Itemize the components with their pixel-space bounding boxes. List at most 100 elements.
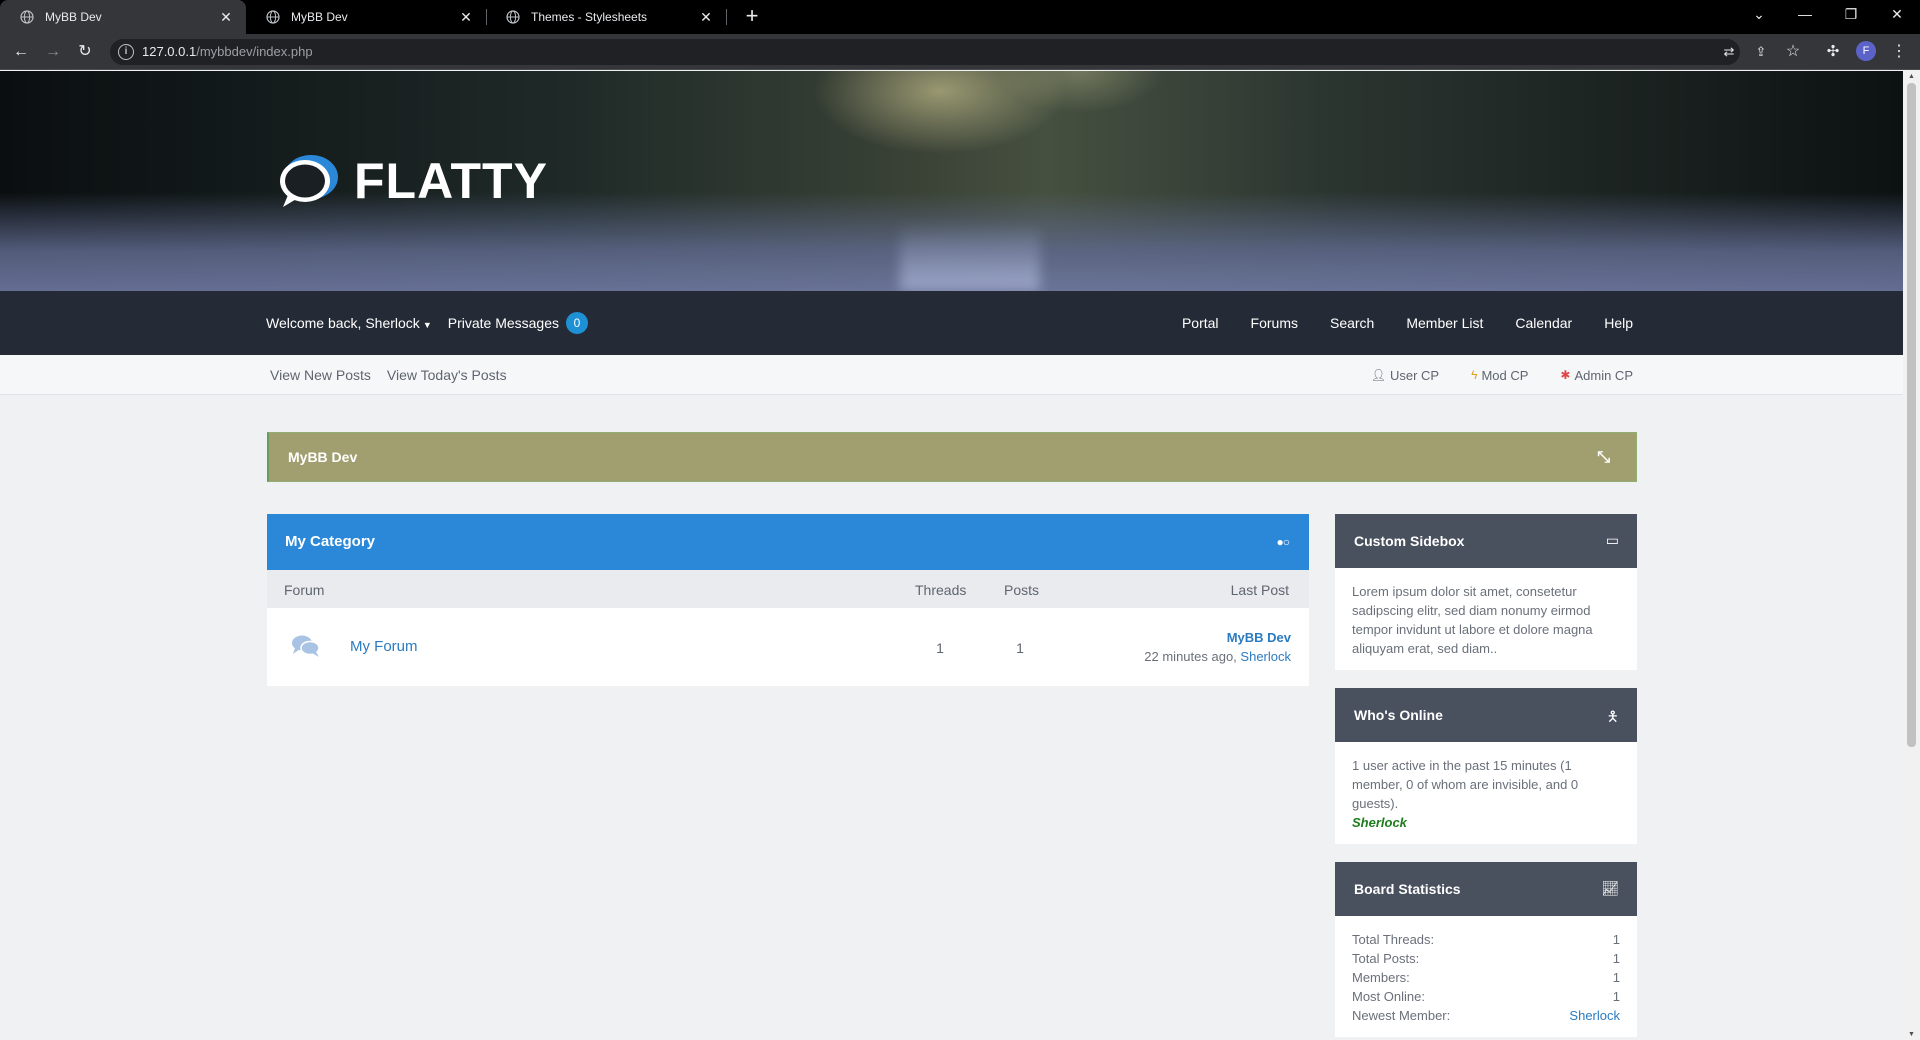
board-statistics-header: Board Statistics 📈︎ (1335, 862, 1637, 916)
nav-forums[interactable]: Forums (1251, 315, 1298, 331)
menu-icon[interactable]: ⋮ (1888, 41, 1910, 63)
board-statistics-box: Board Statistics 📈︎ Total Threads: 1 Tota… (1335, 862, 1637, 1037)
address-bar[interactable]: i 127.0.0.1/mybbdev/index.php (110, 39, 1740, 65)
category-header: My Category ●○ (267, 514, 1309, 570)
scrollbar-thumb[interactable] (1907, 83, 1916, 747)
browser-tab[interactable]: Themes - Stylesheets ✕ (486, 0, 726, 34)
bolt-icon: ϟ (1471, 368, 1478, 382)
user-icon: 👤︎ (1370, 368, 1386, 382)
scroll-down-icon[interactable]: ▼ (1907, 1031, 1916, 1038)
scroll-up-icon[interactable]: ▲ (1907, 73, 1916, 80)
browser-tab-bar: MyBB Dev ✕ MyBB Dev ✕ Themes - Styleshee… (0, 0, 1920, 34)
close-tab-icon[interactable]: ✕ (218, 9, 234, 26)
stat-value: 1 (1612, 932, 1620, 947)
tab-divider (726, 9, 727, 25)
tab-title: MyBB Dev (45, 10, 102, 24)
url-text: 127.0.0.1/mybbdev/index.php (142, 44, 313, 59)
stat-label: Total Threads: (1352, 932, 1435, 947)
minimize-icon[interactable]: — (1782, 0, 1828, 30)
user-cp-link[interactable]: 👤︎ User CP (1371, 368, 1439, 383)
sidebox-body: Lorem ipsum dolor sit amet, consetetur s… (1335, 568, 1637, 670)
bookmark-star-icon[interactable]: ☆ (1782, 41, 1804, 63)
url-host: 127.0.0.1 (142, 44, 197, 59)
last-post-link[interactable]: MyBB Dev (1227, 630, 1291, 645)
toggle-icon[interactable]: ●○ (1277, 535, 1290, 549)
back-icon[interactable]: ← (10, 41, 32, 63)
newest-member-link[interactable]: Sherlock (1569, 1006, 1620, 1025)
main-navbar: Welcome back, Sherlock ▼ Private Messages… (0, 291, 1903, 355)
stat-row: Most Online: 1 (1352, 987, 1620, 1006)
private-messages-label: Private Messages (447, 315, 560, 331)
site-logo[interactable]: FLATTY (278, 151, 548, 211)
browser-toolbar: ← → ↻ i 127.0.0.1/mybbdev/index.php ⇄ ⇪ … (0, 34, 1920, 70)
welcome-dropdown[interactable]: Welcome back, Sherlock ▼ (266, 315, 432, 331)
stat-row: Members: 1 (1352, 968, 1620, 987)
profile-avatar[interactable]: F (1856, 41, 1876, 61)
nav-search[interactable]: Search (1330, 315, 1374, 331)
last-post-user-link[interactable]: Sherlock (1240, 649, 1291, 664)
category-column-headers: Forum Threads Posts Last Post (267, 570, 1309, 608)
forum-row: My Forum 1 1 MyBB Dev 22 minutes ago, Sh… (267, 608, 1309, 686)
whos-online-box: Who's Online 🯅︎ 1 user active in the pas… (1335, 688, 1637, 844)
user-cp-label: User CP (1389, 367, 1440, 383)
forum-category: My Category ●○ Forum Threads Posts Last … (267, 514, 1309, 686)
page-viewport: FLATTY Welcome back, Sherlock ▼ Private M… (0, 71, 1903, 1040)
view-todays-posts-link[interactable]: View Today's Posts (387, 367, 507, 383)
browser-tab-active[interactable]: MyBB Dev ✕ (0, 0, 246, 34)
nav-member-list[interactable]: Member List (1406, 315, 1483, 331)
browser-tab[interactable]: MyBB Dev ✕ (246, 0, 486, 34)
last-post-meta: 22 minutes ago, Sherlock (1144, 649, 1291, 664)
stat-label: Newest Member: (1352, 1008, 1451, 1023)
nav-portal[interactable]: Portal (1182, 315, 1219, 331)
sidebox-title: Custom Sidebox (1354, 533, 1465, 549)
admin-cp-link[interactable]: ✱ Admin CP (1560, 368, 1633, 383)
forward-icon[interactable]: → (42, 41, 64, 63)
stat-row: Total Posts: 1 (1352, 949, 1620, 968)
nav-help[interactable]: Help (1604, 315, 1633, 331)
private-messages-link[interactable]: Private Messages 0 (447, 312, 589, 334)
view-new-posts-link[interactable]: View New Posts (270, 367, 371, 383)
tab-title: Themes - Stylesheets (531, 10, 648, 24)
extensions-icon[interactable]: ✣ (1822, 41, 1844, 63)
close-tab-icon[interactable]: ✕ (698, 9, 714, 26)
whos-online-title[interactable]: Who's Online (1354, 707, 1443, 723)
restore-icon[interactable]: ❐ (1828, 0, 1874, 30)
close-window-icon[interactable]: ✕ (1874, 0, 1920, 30)
stat-value: 1 (1612, 951, 1620, 966)
stat-label: Total Posts: (1352, 951, 1420, 966)
mod-cp-link[interactable]: ϟ Mod CP (1471, 368, 1528, 383)
translate-icon[interactable]: ⇄ (1718, 41, 1740, 63)
page-scrollbar[interactable]: ▲ ▼ (1903, 71, 1920, 1040)
category-title[interactable]: My Category (285, 533, 375, 550)
sidebox-header: Custom Sidebox ▭ (1335, 514, 1637, 568)
forum-posts-count: 1 (1016, 640, 1024, 656)
custom-sidebox: Custom Sidebox ▭ Lorem ipsum dolor sit a… (1335, 514, 1637, 670)
banner-road-glow (900, 221, 1040, 291)
new-tab-icon[interactable]: + (740, 5, 764, 29)
stat-label: Most Online: (1352, 989, 1425, 1004)
stat-value: 1 (1612, 970, 1620, 985)
header-banner: FLATTY (0, 71, 1903, 291)
collapse-arrows-icon[interactable]: ⤡ (1597, 449, 1610, 467)
online-member-link[interactable]: Sherlock (1352, 813, 1620, 832)
globe-icon (20, 10, 34, 24)
last-post-time: 22 minutes ago, (1144, 649, 1237, 664)
forum-name-link[interactable]: My Forum (350, 638, 418, 655)
close-tab-icon[interactable]: ✕ (458, 9, 474, 26)
user-tie-icon: 🯅︎ (1606, 708, 1619, 724)
whos-online-header: Who's Online 🯅︎ (1335, 688, 1637, 742)
whos-online-text: 1 user active in the past 15 minutes (1 … (1352, 758, 1579, 811)
welcome-text: Welcome back, Sherlock (266, 315, 420, 331)
nav-calendar[interactable]: Calendar (1515, 315, 1572, 331)
site-info-icon[interactable]: i (118, 44, 134, 60)
logo-text: FLATTY (354, 153, 548, 209)
cog-icon: ✱ (1560, 368, 1571, 382)
url-path: /mybbdev/index.php (196, 44, 313, 59)
tab-search-icon[interactable]: ⌄ (1736, 0, 1782, 30)
share-icon[interactable]: ⇪ (1750, 41, 1772, 63)
reload-icon[interactable]: ↻ (74, 41, 96, 63)
stat-label: Members: (1352, 970, 1410, 985)
announcement-title: MyBB Dev (288, 449, 358, 465)
forum-threads-count: 1 (936, 640, 944, 656)
tab-title: MyBB Dev (291, 10, 348, 24)
